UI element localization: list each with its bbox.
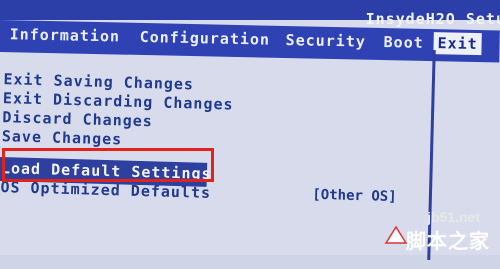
- annotation-highlight-box: [2, 148, 214, 182]
- watermark-logo-icon: [384, 225, 408, 244]
- watermark-name: 脚本之家: [406, 229, 490, 253]
- option-save-changes[interactable]: Save Changes: [2, 127, 123, 148]
- os-optimized-defaults-value[interactable]: [Other OS]: [312, 187, 397, 205]
- tab-exit[interactable]: Exit: [433, 32, 482, 56]
- watermark-site: jb51.net: [427, 209, 480, 225]
- bios-vendor-title: InsydeH2O Setu: [365, 10, 500, 28]
- tab-information[interactable]: Information: [10, 25, 121, 45]
- tab-boot[interactable]: Boot: [383, 33, 423, 52]
- bios-screen: InsydeH2O Setu Information Configuration…: [0, 0, 500, 261]
- tab-security[interactable]: Security: [285, 31, 366, 51]
- watermark: jb51.net 脚本之家: [384, 209, 496, 253]
- title-strip: InsydeH2O Setu: [0, 0, 500, 28]
- tab-configuration[interactable]: Configuration: [139, 28, 270, 49]
